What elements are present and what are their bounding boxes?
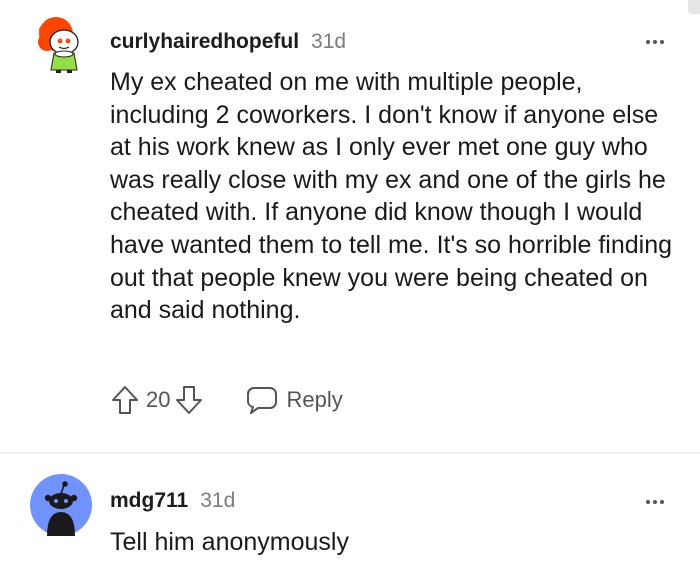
default-snoo-avatar-icon xyxy=(30,474,92,536)
downvote-button[interactable] xyxy=(174,382,204,418)
comment: mdg711 31d Tell him anonymously xyxy=(0,454,700,578)
reply-button[interactable]: Reply xyxy=(246,385,343,415)
comment-meta: curlyhairedhopeful 31d xyxy=(110,30,346,54)
snoo-avatar-icon xyxy=(38,17,79,73)
vote-score: 20 xyxy=(146,387,171,412)
username[interactable]: curlyhairedhopeful xyxy=(110,30,299,54)
comment-actions: 20 Reply xyxy=(110,380,343,420)
timestamp[interactable]: 31d xyxy=(311,30,346,54)
more-horizontal-icon xyxy=(646,40,650,44)
more-horizontal-icon xyxy=(646,500,650,504)
username[interactable]: mdg711 xyxy=(110,489,188,513)
more-options-button[interactable] xyxy=(646,40,664,44)
arrow-down-icon xyxy=(176,386,203,414)
avatar[interactable] xyxy=(34,12,96,74)
comment: curlyhairedhopeful 31d My ex cheated on … xyxy=(0,0,700,452)
arrow-up-icon xyxy=(112,386,138,414)
more-options-button[interactable] xyxy=(646,500,664,504)
comment-body: Tell him anonymously xyxy=(110,528,349,556)
timestamp[interactable]: 31d xyxy=(200,489,235,513)
comment-body: My ex cheated on me with multiple people… xyxy=(110,68,673,325)
speech-bubble-icon xyxy=(247,387,278,414)
upvote-button[interactable] xyxy=(110,382,140,418)
avatar[interactable] xyxy=(30,474,92,536)
comment-meta: mdg711 31d xyxy=(110,489,235,513)
reply-label: Reply xyxy=(286,387,343,412)
